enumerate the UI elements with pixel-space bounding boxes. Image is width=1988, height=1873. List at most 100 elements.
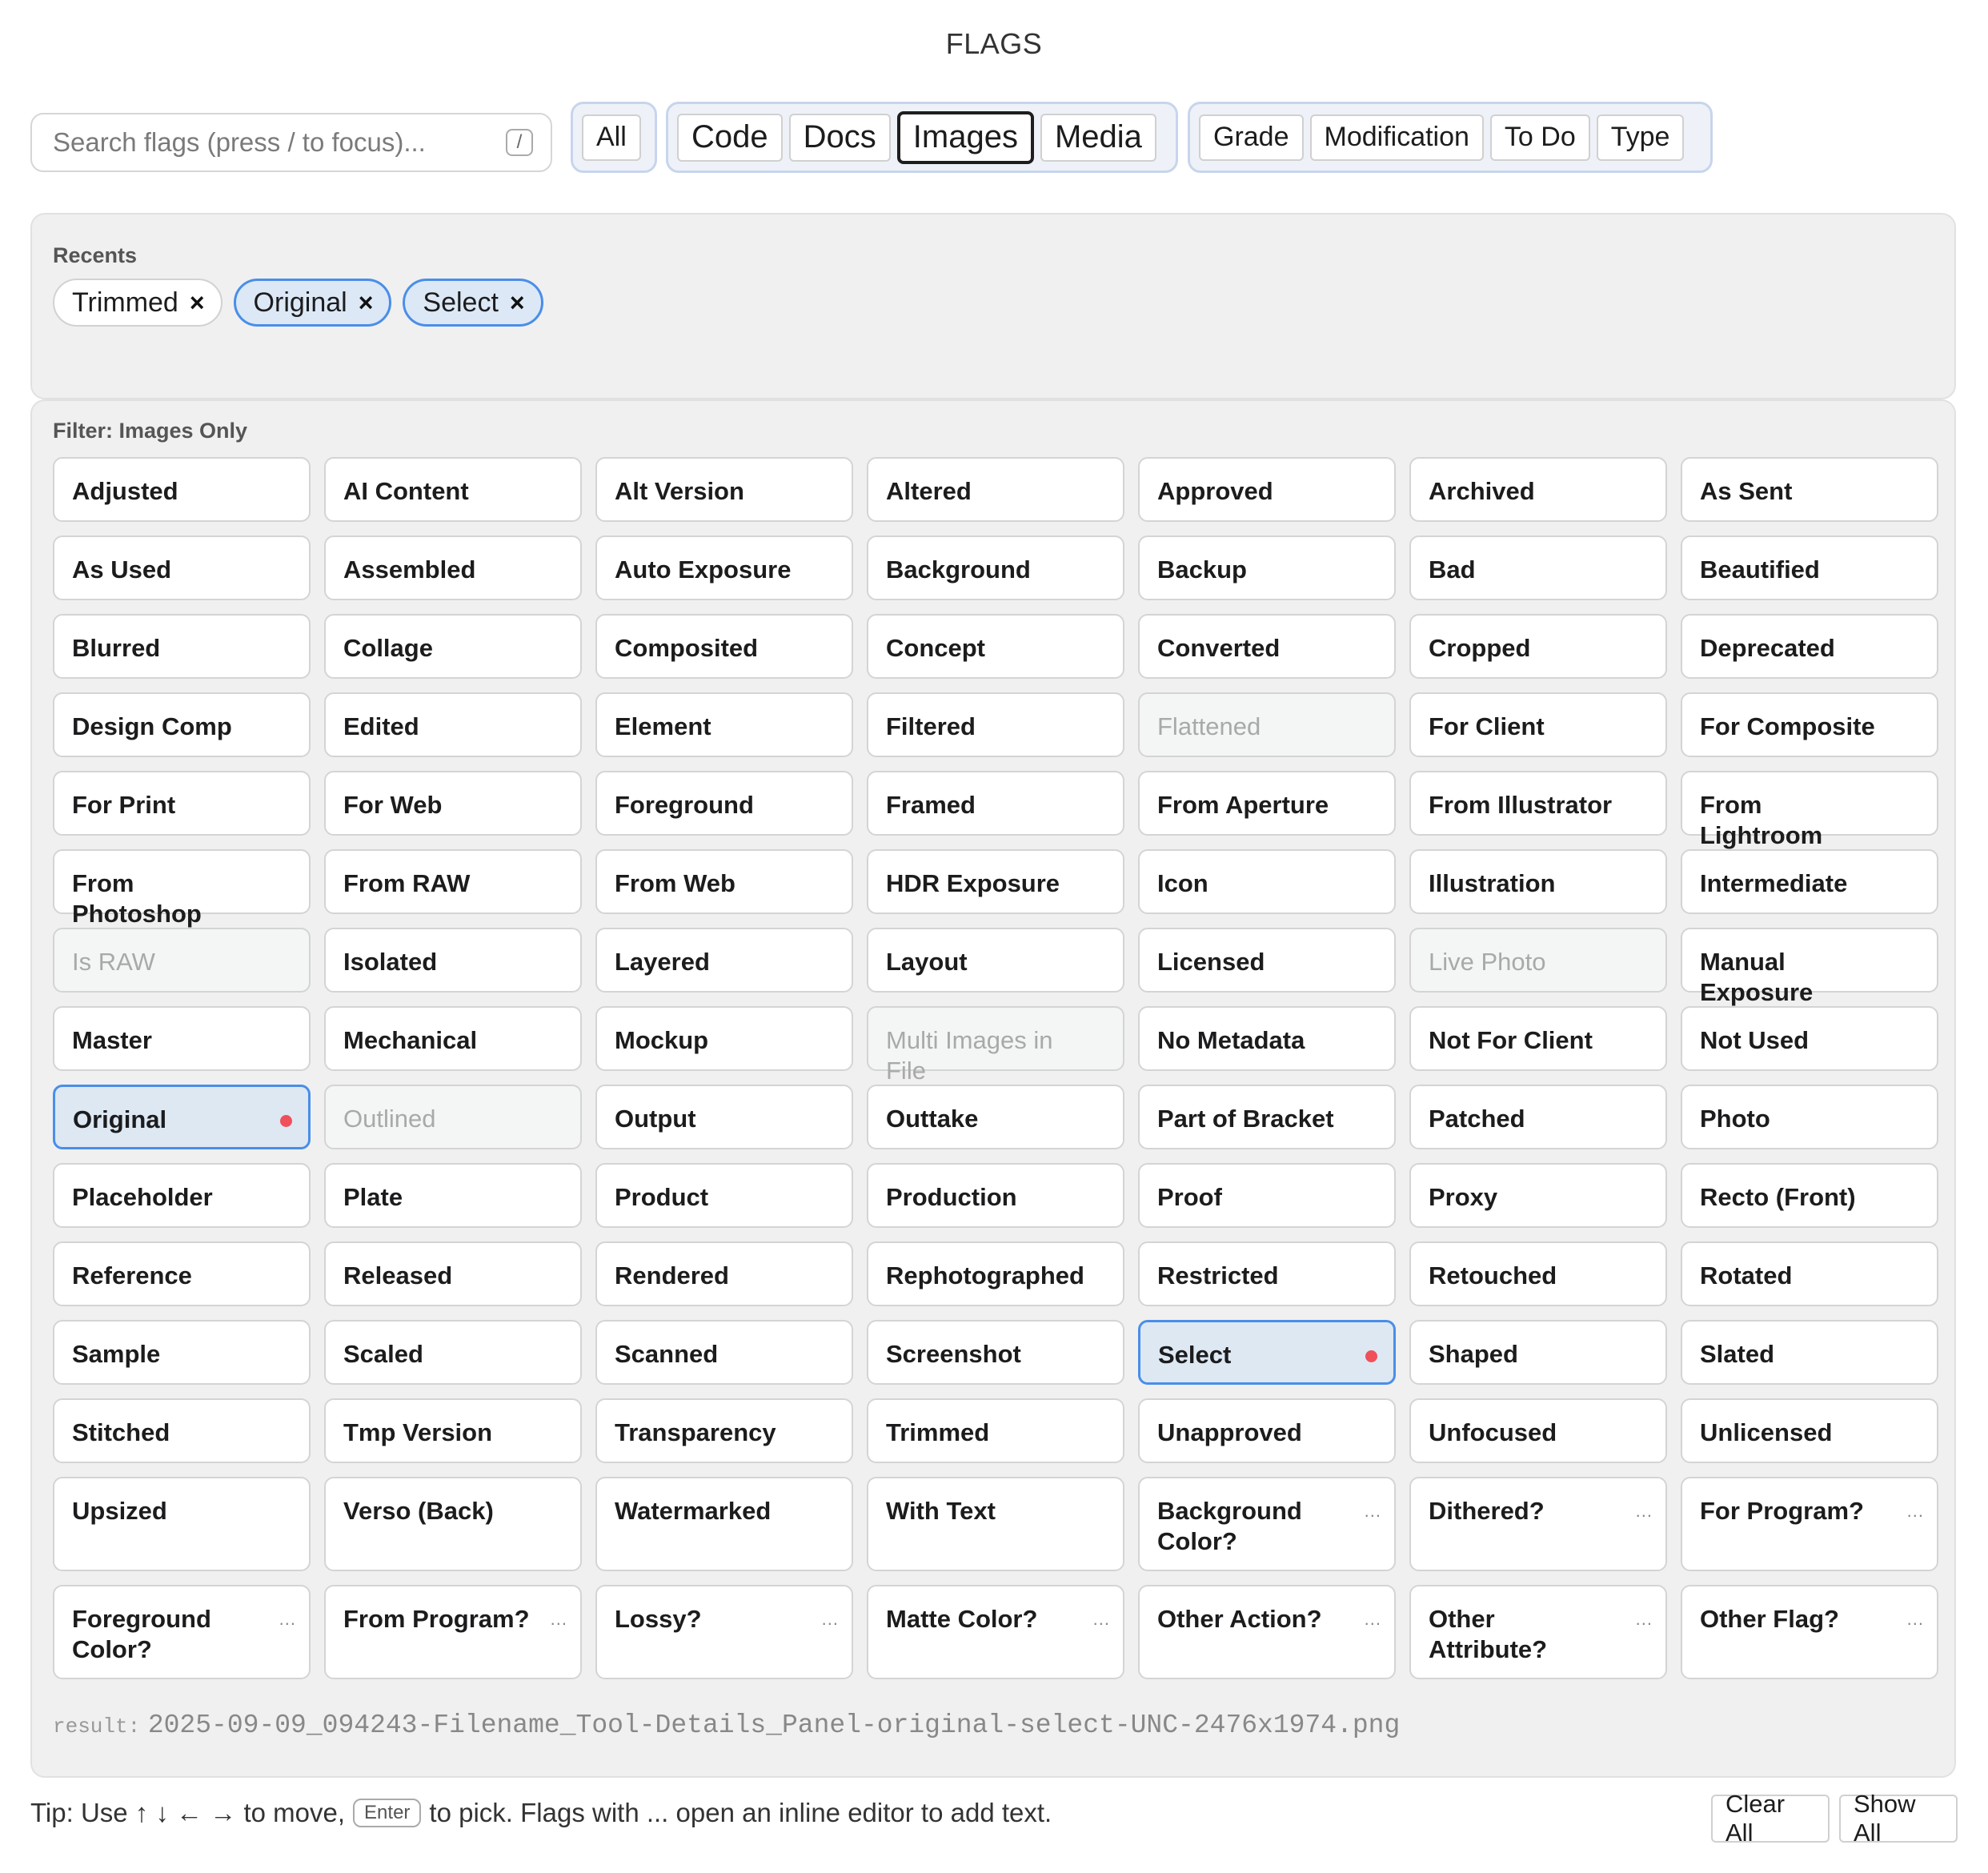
flag-tile-illustration[interactable]: Illustration — [1409, 849, 1667, 914]
flag-tile-manual-exposure[interactable]: Manual Exposure — [1681, 928, 1938, 1006]
flag-tile-output[interactable]: Output — [595, 1085, 853, 1149]
flag-tile-mockup[interactable]: Mockup — [595, 1006, 853, 1071]
tab-docs[interactable]: Docs — [788, 113, 891, 162]
flag-tile-part-of-bracket[interactable]: Part of Bracket — [1138, 1085, 1396, 1149]
flag-tile-composited[interactable]: Composited — [595, 614, 853, 679]
flag-tile-production[interactable]: Production — [867, 1163, 1124, 1228]
tab-modification[interactable]: Modification — [1309, 114, 1484, 161]
flag-tile-proof[interactable]: Proof — [1138, 1163, 1396, 1228]
tab-code[interactable]: Code — [677, 113, 783, 162]
flag-tile-not-used[interactable]: Not Used — [1681, 1006, 1938, 1071]
flag-tile-retouched[interactable]: Retouched — [1409, 1241, 1667, 1306]
flag-tile-watermarked[interactable]: Watermarked — [595, 1477, 853, 1571]
flag-tile-outtake[interactable]: Outtake — [867, 1085, 1124, 1149]
flag-tile-from-lightroom[interactable]: From Lightroom — [1681, 771, 1938, 849]
flag-tile-rendered[interactable]: Rendered — [595, 1241, 853, 1306]
recent-chip-original[interactable]: Original × — [233, 279, 392, 327]
flag-tile-transparency[interactable]: Transparency — [595, 1398, 853, 1463]
flag-tile-hdr-exposure[interactable]: HDR Exposure — [867, 849, 1124, 914]
flag-tile-for-web[interactable]: For Web — [324, 771, 582, 836]
flag-tile-other-action[interactable]: Other Action?... — [1138, 1585, 1396, 1679]
recent-chip-select[interactable]: Select × — [403, 279, 543, 327]
flag-tile-from-aperture[interactable]: From Aperture — [1138, 771, 1396, 836]
recent-chip-trimmed[interactable]: Trimmed × — [53, 279, 222, 327]
flag-tile-deprecated[interactable]: Deprecated — [1681, 614, 1938, 679]
flag-tile-foreground-color[interactable]: Foreground Color?... — [53, 1585, 311, 1679]
flag-tile-mechanical[interactable]: Mechanical — [324, 1006, 582, 1071]
flag-tile-other-flag[interactable]: Other Flag?... — [1681, 1585, 1938, 1679]
flag-tile-collage[interactable]: Collage — [324, 614, 582, 679]
tab-images[interactable]: Images — [896, 110, 1034, 164]
flag-tile-auto-exposure[interactable]: Auto Exposure — [595, 535, 853, 600]
flag-tile-with-text[interactable]: With Text — [867, 1477, 1124, 1571]
flag-tile-released[interactable]: Released — [324, 1241, 582, 1306]
filter-all-button[interactable]: All — [582, 114, 641, 161]
flag-tile-lossy[interactable]: Lossy?... — [595, 1585, 853, 1679]
flag-tile-icon[interactable]: Icon — [1138, 849, 1396, 914]
flag-tile-matte-color[interactable]: Matte Color?... — [867, 1585, 1124, 1679]
flag-tile-upsized[interactable]: Upsized — [53, 1477, 311, 1571]
flag-tile-slated[interactable]: Slated — [1681, 1320, 1938, 1385]
flag-tile-edited[interactable]: Edited — [324, 692, 582, 757]
flag-tile-concept[interactable]: Concept — [867, 614, 1124, 679]
flag-tile-photo[interactable]: Photo — [1681, 1085, 1938, 1149]
flag-tile-shaped[interactable]: Shaped — [1409, 1320, 1667, 1385]
flag-tile-converted[interactable]: Converted — [1138, 614, 1396, 679]
flag-tile-element[interactable]: Element — [595, 692, 853, 757]
flag-tile-for-program[interactable]: For Program?... — [1681, 1477, 1938, 1571]
flag-tile-unfocused[interactable]: Unfocused — [1409, 1398, 1667, 1463]
flag-tile-beautified[interactable]: Beautified — [1681, 535, 1938, 600]
flag-tile-foreground[interactable]: Foreground — [595, 771, 853, 836]
flag-tile-restricted[interactable]: Restricted — [1138, 1241, 1396, 1306]
flag-tile-for-client[interactable]: For Client — [1409, 692, 1667, 757]
remove-icon[interactable]: × — [359, 288, 374, 318]
flag-tile-proxy[interactable]: Proxy — [1409, 1163, 1667, 1228]
flag-tile-isolated[interactable]: Isolated — [324, 928, 582, 993]
flag-tile-verso-back[interactable]: Verso (Back) — [324, 1477, 582, 1571]
flag-tile-filtered[interactable]: Filtered — [867, 692, 1124, 757]
flag-tile-as-used[interactable]: As Used — [53, 535, 311, 600]
flag-tile-backup[interactable]: Backup — [1138, 535, 1396, 600]
tab-media[interactable]: Media — [1040, 113, 1156, 162]
flag-tile-altered[interactable]: Altered — [867, 457, 1124, 522]
flag-tile-layout[interactable]: Layout — [867, 928, 1124, 993]
flag-tile-unlicensed[interactable]: Unlicensed — [1681, 1398, 1938, 1463]
flag-tile-no-metadata[interactable]: No Metadata — [1138, 1006, 1396, 1071]
flag-tile-alt-version[interactable]: Alt Version — [595, 457, 853, 522]
flag-tile-product[interactable]: Product — [595, 1163, 853, 1228]
search-box[interactable]: / — [30, 113, 552, 172]
flag-tile-background[interactable]: Background — [867, 535, 1124, 600]
flag-tile-unapproved[interactable]: Unapproved — [1138, 1398, 1396, 1463]
flag-tile-licensed[interactable]: Licensed — [1138, 928, 1396, 993]
flag-tile-background-color[interactable]: Background Color?... — [1138, 1477, 1396, 1571]
flag-tile-select[interactable]: Select — [1138, 1320, 1396, 1385]
flag-tile-layered[interactable]: Layered — [595, 928, 853, 993]
clear-all-button[interactable]: Clear All — [1711, 1790, 1830, 1847]
flag-tile-rephotographed[interactable]: Rephotographed — [867, 1241, 1124, 1306]
flag-tile-adjusted[interactable]: Adjusted — [53, 457, 311, 522]
flag-tile-dithered[interactable]: Dithered?... — [1409, 1477, 1667, 1571]
tab-to-do[interactable]: To Do — [1489, 114, 1590, 161]
tab-type[interactable]: Type — [1596, 114, 1685, 161]
flag-tile-not-for-client[interactable]: Not For Client — [1409, 1006, 1667, 1071]
flag-tile-from-raw[interactable]: From RAW — [324, 849, 582, 914]
flag-tile-scanned[interactable]: Scanned — [595, 1320, 853, 1385]
flag-tile-intermediate[interactable]: Intermediate — [1681, 849, 1938, 914]
flag-tile-assembled[interactable]: Assembled — [324, 535, 582, 600]
flag-tile-screenshot[interactable]: Screenshot — [867, 1320, 1124, 1385]
flag-tile-from-photoshop[interactable]: From Photoshop — [53, 849, 311, 928]
flag-tile-reference[interactable]: Reference — [53, 1241, 311, 1306]
flag-tile-as-sent[interactable]: As Sent — [1681, 457, 1938, 522]
show-all-button[interactable]: Show All — [1839, 1790, 1958, 1847]
flag-tile-bad[interactable]: Bad — [1409, 535, 1667, 600]
flag-tile-rotated[interactable]: Rotated — [1681, 1241, 1938, 1306]
flag-tile-trimmed[interactable]: Trimmed — [867, 1398, 1124, 1463]
flag-tile-original[interactable]: Original — [53, 1085, 311, 1149]
flag-tile-tmp-version[interactable]: Tmp Version — [324, 1398, 582, 1463]
flag-tile-placeholder[interactable]: Placeholder — [53, 1163, 311, 1228]
flag-tile-recto-front[interactable]: Recto (Front) — [1681, 1163, 1938, 1228]
remove-icon[interactable]: × — [510, 288, 525, 318]
flag-tile-from-program[interactable]: From Program?... — [324, 1585, 582, 1679]
flag-tile-ai-content[interactable]: AI Content — [324, 457, 582, 522]
flag-tile-blurred[interactable]: Blurred — [53, 614, 311, 679]
